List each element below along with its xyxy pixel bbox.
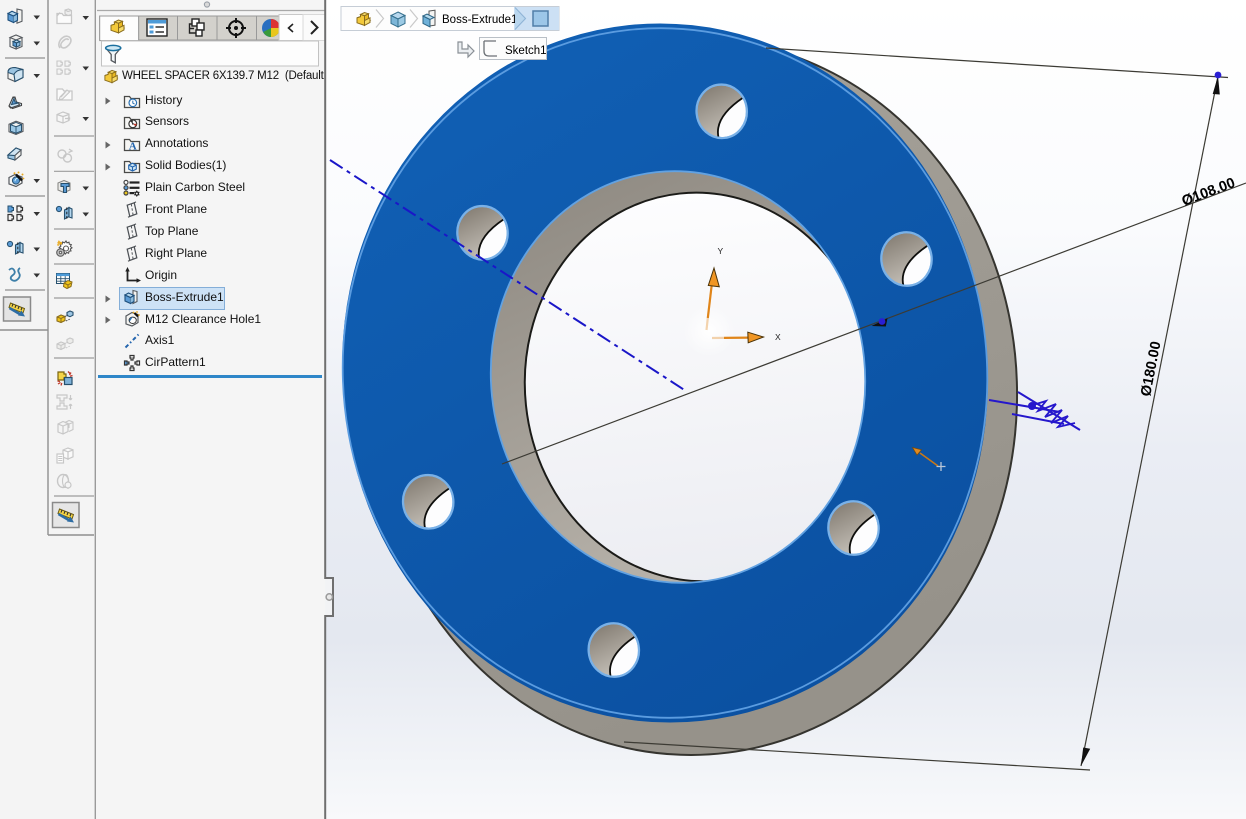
svg-text:Boss-Extrude1: Boss-Extrude1 bbox=[442, 14, 517, 26]
svg-text:A: A bbox=[129, 141, 137, 153]
svg-text:Sketch1: Sketch1 bbox=[505, 45, 547, 57]
svg-text:X: X bbox=[775, 332, 781, 342]
svg-text:Y: Y bbox=[718, 246, 724, 256]
